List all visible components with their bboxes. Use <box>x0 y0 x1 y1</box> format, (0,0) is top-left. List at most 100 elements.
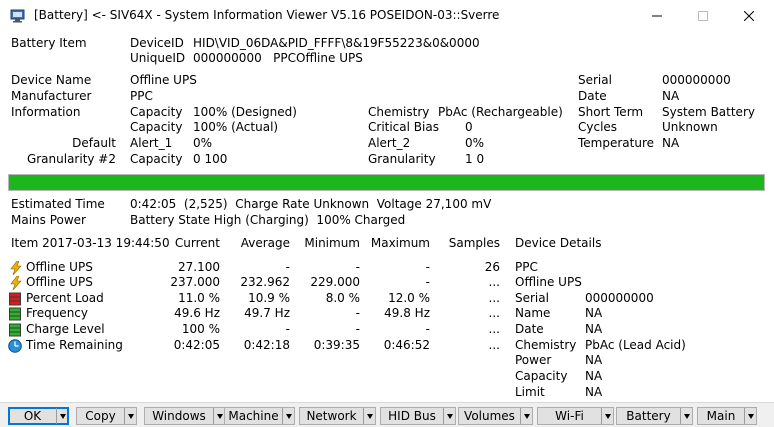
hid-bus-button[interactable]: HID Bus <box>380 407 456 425</box>
button-label: Copy <box>85 409 116 423</box>
dropdown-arrow-icon[interactable] <box>601 408 613 424</box>
button-label: HID Bus <box>388 409 436 423</box>
cell-current: 49.6 Hz <box>174 306 220 320</box>
button-label: Battery <box>626 409 671 423</box>
cell-average: 10.9 % <box>248 291 290 305</box>
clock-icon <box>8 339 24 356</box>
dropdown-arrow-icon[interactable] <box>282 408 294 424</box>
cell-average: 232.962 <box>240 275 290 289</box>
cell-minimum: 0:39:35 <box>313 338 360 352</box>
alert1-key: Alert_1 <box>130 136 173 150</box>
copy-button[interactable]: Copy <box>76 407 137 425</box>
wi-fi-button[interactable]: Wi-Fi <box>537 407 614 425</box>
cell-current: 11.0 % <box>178 291 220 305</box>
mains-power-value: Battery State High (Charging) 100% Charg… <box>130 213 406 227</box>
dropdown-arrow-icon[interactable] <box>56 408 68 424</box>
capacity-designed-value: 100% (Designed) <box>193 105 297 119</box>
close-button[interactable] <box>726 0 772 31</box>
capacity-granularity-key: Capacity <box>130 152 183 166</box>
unique-id-key: UniqueID <box>130 51 186 65</box>
cell-average: 49.7 Hz <box>244 306 290 320</box>
cycles-key: Cycles <box>578 120 618 134</box>
date-key: Date <box>578 89 607 103</box>
cell-minimum: 8.0 % <box>325 291 360 305</box>
serial-value: 000000000 <box>662 73 731 87</box>
minimize-button[interactable] <box>634 0 680 31</box>
capacity-designed-key: Capacity <box>130 105 183 119</box>
detail-key: Chemistry <box>515 338 577 352</box>
serial-key: Serial <box>578 73 612 87</box>
minimize-icon <box>652 15 662 16</box>
charge-progress-bar <box>8 174 765 191</box>
cell-current: 100 % <box>181 322 220 336</box>
main-button[interactable]: Main <box>697 407 757 425</box>
default-label: Default <box>72 136 116 150</box>
cell-maximum: 49.8 Hz <box>384 306 430 320</box>
cell-maximum: - <box>425 260 430 274</box>
dropdown-arrow-icon[interactable] <box>520 408 532 424</box>
mains-power-label: Mains Power <box>11 213 86 227</box>
granularity-value: 1 0 <box>465 152 485 166</box>
col-header-maximum: Maximum <box>370 236 430 250</box>
device-id-value: HID\VID_06DA&PID_FFFF\8&19F55223&0&0000 <box>193 36 480 50</box>
device-id-key: DeviceID <box>130 36 184 50</box>
app-icon <box>10 9 25 23</box>
col-header-average: Average <box>240 236 290 250</box>
device-name-label: Device Name <box>11 73 92 87</box>
detail-value: NA <box>585 306 603 320</box>
volumes-button[interactable]: Volumes <box>458 407 533 425</box>
detail-key: Name <box>515 306 551 320</box>
main-content: Battery Item DeviceID HID\VID_06DA&PID_F… <box>0 31 774 427</box>
chemistry-value: PbAc (Rechargeable) <box>438 105 563 119</box>
device-name-value: Offline UPS <box>130 73 197 87</box>
detail-value: NA <box>585 353 603 367</box>
cell-minimum: - <box>355 322 360 336</box>
battery-green-icon <box>8 307 24 324</box>
manufacturer-label: Manufacturer <box>11 89 92 103</box>
information-label: Information <box>11 105 81 119</box>
maximize-button[interactable] <box>680 0 726 31</box>
row-label: Charge Level <box>26 322 105 336</box>
button-bar: OK Copy Windows Machine Network HID Bus Volume… <box>0 402 774 427</box>
col-header-current: Current <box>174 236 220 250</box>
capacity-granularity-value: 0 100 <box>193 152 228 166</box>
dropdown-arrow-icon[interactable] <box>363 408 375 424</box>
network-button[interactable]: Network <box>299 407 376 425</box>
alert1-value: 0% <box>193 136 213 150</box>
dropdown-arrow-icon[interactable] <box>124 408 136 424</box>
detail-value: NA <box>585 369 603 383</box>
estimated-time-label: Estimated Time <box>11 197 105 211</box>
cell-maximum: - <box>425 275 430 289</box>
granularity-label: Granularity #2 <box>26 152 116 166</box>
detail-key: Offline UPS <box>515 275 582 289</box>
unique-id-value: 000000000 PPCOffline UPS <box>193 51 363 65</box>
detail-value: PbAc (Lead Acid) <box>585 338 686 352</box>
dropdown-arrow-icon[interactable] <box>744 408 756 424</box>
cell-current: 237.000 <box>170 275 220 289</box>
battery-button[interactable]: Battery <box>616 407 693 425</box>
button-label: Main <box>706 409 736 423</box>
row-label: Percent Load <box>26 291 104 305</box>
cell-current: 27.100 <box>178 260 220 274</box>
critical-bias-key: Critical Bias <box>368 120 439 134</box>
row-label: Frequency <box>26 306 88 320</box>
row-label: Offline UPS <box>26 275 93 289</box>
row-label: Offline UPS <box>26 260 93 274</box>
button-label: OK <box>23 409 42 423</box>
windows-button[interactable]: Windows <box>144 407 226 425</box>
cell-minimum: - <box>355 260 360 274</box>
machine-button[interactable]: Machine <box>224 407 295 425</box>
cell-maximum: 12.0 % <box>388 291 430 305</box>
detail-value: NA <box>585 322 603 336</box>
detail-key: Date <box>515 322 544 336</box>
button-label: Machine <box>228 409 279 423</box>
maximize-icon <box>698 10 708 21</box>
dropdown-arrow-icon[interactable] <box>443 408 455 424</box>
cell-samples: ... <box>488 275 500 289</box>
charge-progress-fill <box>9 175 764 190</box>
ok-button[interactable]: OK <box>8 407 69 425</box>
cell-samples: ... <box>488 322 500 336</box>
critical-bias-value: 0 <box>465 120 473 134</box>
detail-key: Power <box>515 353 552 367</box>
dropdown-arrow-icon[interactable] <box>680 408 692 424</box>
